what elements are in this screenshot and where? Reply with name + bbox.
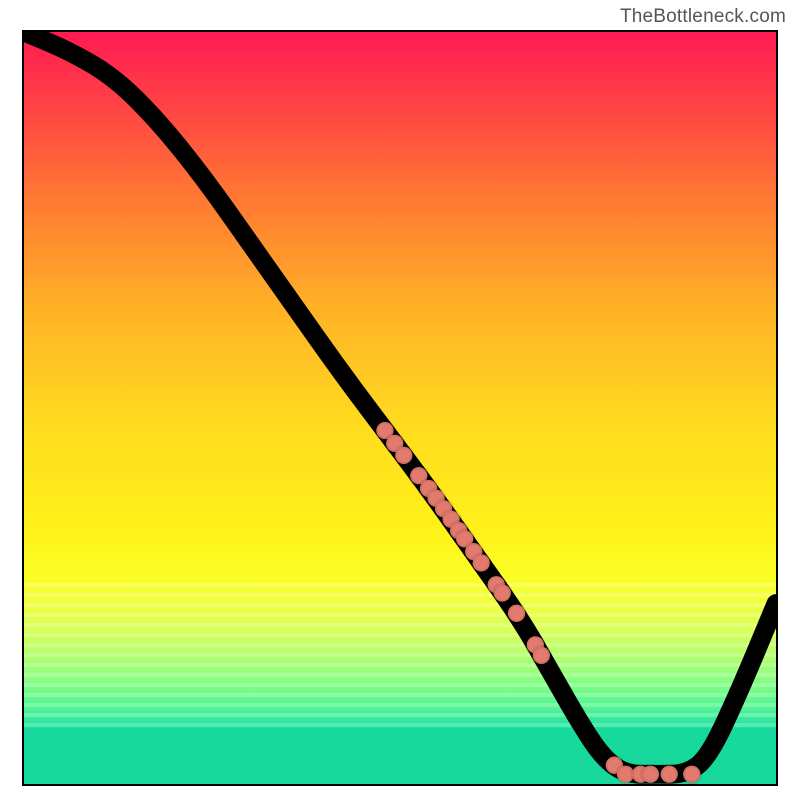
highlight-dot: [661, 766, 678, 783]
highlight-dot: [533, 647, 550, 664]
highlight-dots: [376, 422, 700, 783]
highlight-dot: [508, 605, 525, 622]
highlight-dot: [395, 447, 412, 464]
highlight-dot: [683, 766, 700, 783]
watermark-text: TheBottleneck.com: [620, 6, 786, 28]
highlight-dot: [494, 584, 511, 601]
chart-svg: [24, 32, 776, 784]
chart-plot-area: [22, 30, 778, 786]
highlight-dot: [473, 554, 490, 571]
performance-curve: [24, 32, 776, 774]
highlight-dot: [642, 766, 659, 783]
